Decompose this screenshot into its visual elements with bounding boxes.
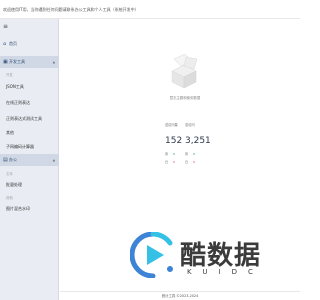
status-text: 统计工具 ©2023-2024 [161,294,199,298]
play-logo-icon [130,232,173,278]
sidebar-item-batch[interactable]: 批量处理 [0,179,59,191]
empty-state-text: 暂无主题和使用数据 [169,96,201,100]
stat-mini-value: 0 [173,152,175,156]
sidebar-item-label: 在线正则表达 [6,100,30,105]
stat-mini-value: 0 [173,160,175,164]
sidebar-item-home[interactable]: ⌂ 首页 [0,38,59,50]
chevron-up-icon: ▲ [52,60,55,64]
stat-mini-value: 0 [193,160,195,164]
sidebar-item-label: 其他 [6,130,14,135]
stat-value: 152 [165,136,183,146]
stat-value: 3,251 [185,136,211,146]
sidebar-group-other: 其他 [6,195,13,200]
sidebar-item-label: 办公 [9,157,17,162]
sidebar-item-office[interactable]: ▤ 办公 ▲ [0,154,59,166]
watermark-subtext: KUIDC [187,268,264,276]
empty-box-illustration [171,53,198,89]
sidebar-group-dev: 开发 [6,72,13,77]
stat-mini-label: 日 [165,160,169,164]
sidebar-item-label: 批量处理 [6,182,22,187]
sidebar-item-regex[interactable]: 在线正则表达 [0,97,59,109]
stat-mini-label: 周 [185,152,189,156]
sidebar-item-json[interactable]: JSON工具 [0,81,59,93]
chevron-up-icon: ▲ [52,158,55,162]
hamburger-icon[interactable]: ≡ [3,24,8,30]
app-title-bar: 欢迎使用IT用，当你遇到任何问题请联系办公工具和个人工具（系统开发中） [0,0,300,19]
sidebar-item-subnet[interactable]: 子网编码计算器 [0,141,59,153]
stat-label: 总访问 [185,123,195,127]
watermark: 酷数据 KUIDC [130,230,300,290]
sidebar-item-label: JSON工具 [6,84,24,89]
sidebar: ≡ ⌂ 首页 ▣ 开发工具 ▲ 开发 JSON工具 在线正则表达 正则表达式测试… [0,19,59,300]
sidebar-item-label: 子网编码计算器 [6,144,34,149]
sidebar-item-label: 开发工具 [9,59,25,64]
sidebar-item-watermark[interactable]: 图片混合水印 [0,203,59,215]
watermark-text: 酷数据 [180,241,262,271]
sidebar-item-dev-tools[interactable]: ▣ 开发工具 ▲ [0,56,59,68]
stat-mini-label: 日 [185,160,189,164]
sidebar-item-regex-test[interactable]: 正则表达式测试工具 [0,113,59,125]
stat-mini-label: 周 [165,152,169,156]
sidebar-item-label: 图片混合水印 [6,206,30,211]
status-bar: 统计工具 ©2023-2024 [60,291,300,300]
sidebar-item-label: 正则表达式测试工具 [6,116,42,121]
sidebar-item-label: 首页 [9,41,17,46]
window-title: 欢迎使用IT用，当你遇到任何问题请联系办公工具和个人工具（系统开发中） [3,7,139,12]
sidebar-item-other[interactable]: 其他 [0,127,59,139]
sidebar-group-text: 文本 [6,171,13,176]
stat-label: 总访问量 [165,123,178,127]
stat-mini-value: 0 [193,152,195,156]
